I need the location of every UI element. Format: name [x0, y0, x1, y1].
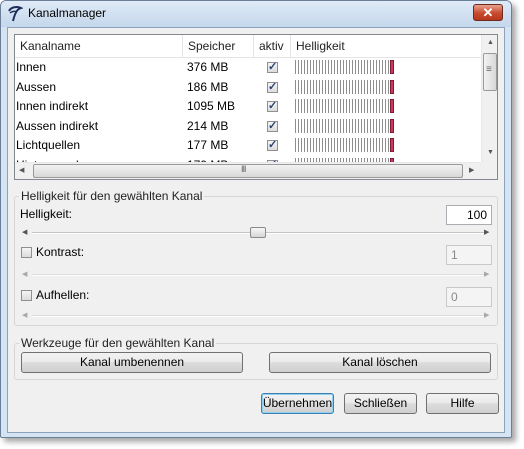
kontrast-input[interactable]: 1 — [446, 245, 492, 265]
close-icon: ✕ — [482, 4, 494, 20]
vertical-scroll-thumb[interactable]: ≡ — [483, 53, 497, 91]
window-title: Kanalmanager — [28, 6, 107, 20]
channel-name: Aussen indirekt — [16, 118, 99, 133]
horizontal-scroll-thumb[interactable]: III — [33, 164, 463, 178]
kontrast-label: Kontrast: — [36, 245, 85, 259]
brightness-bar-thumb[interactable] — [390, 138, 394, 152]
brightness-bar-fill — [295, 138, 390, 152]
list-header: Kanalname Speicher aktiv Helligkeit — [15, 35, 481, 58]
brightness-bar[interactable] — [295, 79, 399, 94]
slider-left-icon[interactable]: ◀ — [22, 228, 27, 236]
aufhellen-slider-track[interactable] — [32, 315, 484, 317]
brightness-bar-thumb[interactable] — [390, 99, 394, 113]
delete-channel-button[interactable]: Kanal löschen — [269, 352, 491, 373]
apply-button[interactable]: Übernehmen — [261, 393, 334, 414]
column-header-aktiv[interactable]: aktiv — [254, 35, 291, 57]
table-row[interactable]: Innen indirekt 1095 MB — [15, 97, 481, 116]
aufhellen-input[interactable]: 0 — [446, 287, 492, 307]
brightness-bar[interactable] — [295, 99, 399, 113]
slider-left-icon[interactable]: ◀ — [22, 311, 27, 319]
column-header-speicher[interactable]: Speicher — [183, 35, 254, 57]
grip-icon: ≡ — [486, 64, 492, 75]
active-checkbox[interactable] — [267, 60, 278, 73]
channel-memory: 177 MB — [187, 138, 229, 152]
channel-list[interactable]: Kanalname Speicher aktiv Helligkeit Inne… — [14, 34, 498, 180]
channel-name: Lichtquellen — [16, 138, 81, 152]
channel-name: Innen indirekt — [16, 99, 89, 113]
table-row[interactable]: Aussen indirekt 214 MB — [15, 117, 481, 136]
scroll-down-icon[interactable]: ▼ — [487, 149, 494, 156]
slider-right-icon[interactable]: ▶ — [484, 228, 489, 236]
brightness-bar-fill — [295, 118, 390, 133]
active-checkbox[interactable] — [267, 80, 278, 93]
kontrast-slider-track[interactable] — [32, 274, 484, 276]
brightness-group-title: Helligkeit für den gewählten Kanal — [19, 189, 205, 203]
tools-group-title: Werkzeuge für den gewählten Kanal — [19, 336, 217, 350]
brightness-bar-thumb[interactable] — [390, 79, 394, 94]
list-horizontal-scrollbar[interactable]: ◀ III ▶ — [15, 162, 481, 179]
close-button[interactable]: Schließen — [344, 393, 417, 414]
brightness-group — [14, 196, 498, 326]
table-row[interactable]: Lichtquellen 177 MB — [15, 136, 481, 155]
title-bar[interactable]: Kanalmanager ✕ — [1, 1, 511, 27]
app-logo-icon — [8, 6, 23, 22]
scroll-up-icon[interactable]: ▲ — [487, 39, 494, 46]
scroll-left-icon[interactable]: ◀ — [19, 166, 24, 174]
slider-right-icon[interactable]: ▶ — [484, 311, 489, 319]
active-checkbox[interactable] — [267, 138, 278, 151]
rename-channel-button[interactable]: Kanal umbenennen — [21, 352, 243, 373]
close-window-button[interactable]: ✕ — [473, 4, 503, 21]
brightness-bar-thumb[interactable] — [390, 60, 394, 74]
dialog-client-area: Kanalname Speicher aktiv Helligkeit Inne… — [7, 27, 505, 433]
table-row[interactable]: Aussen 186 MB — [15, 78, 481, 97]
brightness-bar-fill — [295, 99, 390, 113]
slider-right-icon[interactable]: ▶ — [484, 270, 489, 278]
channel-memory: 1095 MB — [187, 99, 236, 113]
helligkeit-slider-thumb[interactable] — [250, 227, 266, 238]
active-checkbox[interactable] — [267, 119, 278, 132]
brightness-bar-fill — [295, 60, 390, 74]
table-row[interactable]: Innen 376 MB — [15, 58, 481, 77]
brightness-bar-thumb[interactable] — [390, 118, 394, 133]
column-header-kanalname[interactable]: Kanalname — [15, 35, 183, 57]
help-button[interactable]: Hilfe — [426, 393, 499, 414]
kontrast-checkbox[interactable] — [21, 247, 32, 258]
channel-memory: 186 MB — [187, 79, 229, 94]
channel-memory: 376 MB — [187, 60, 229, 74]
channel-memory: 214 MB — [187, 118, 229, 133]
dialog-window: Kanalmanager ✕ Kanalname Speicher aktiv … — [0, 0, 512, 438]
channel-name: Innen — [16, 60, 47, 74]
helligkeit-label: Helligkeit: — [20, 207, 73, 221]
scrollbar-corner — [481, 162, 497, 179]
slider-left-icon[interactable]: ◀ — [22, 270, 27, 278]
grip-icon: III — [241, 164, 246, 174]
brightness-bar[interactable] — [295, 138, 399, 152]
list-vertical-scrollbar[interactable]: ▲ ≡ ▼ — [481, 35, 497, 162]
helligkeit-input[interactable]: 100 — [446, 205, 492, 225]
brightness-bar[interactable] — [295, 118, 399, 133]
column-header-helligkeit[interactable]: Helligkeit — [291, 35, 481, 57]
aufhellen-checkbox[interactable] — [21, 290, 32, 301]
channel-name: Aussen — [16, 79, 57, 94]
aufhellen-label: Aufhellen: — [36, 288, 90, 302]
active-checkbox[interactable] — [267, 99, 278, 112]
brightness-bar[interactable] — [295, 60, 399, 74]
scroll-right-icon[interactable]: ▶ — [469, 166, 474, 174]
brightness-bar-fill — [295, 79, 390, 94]
